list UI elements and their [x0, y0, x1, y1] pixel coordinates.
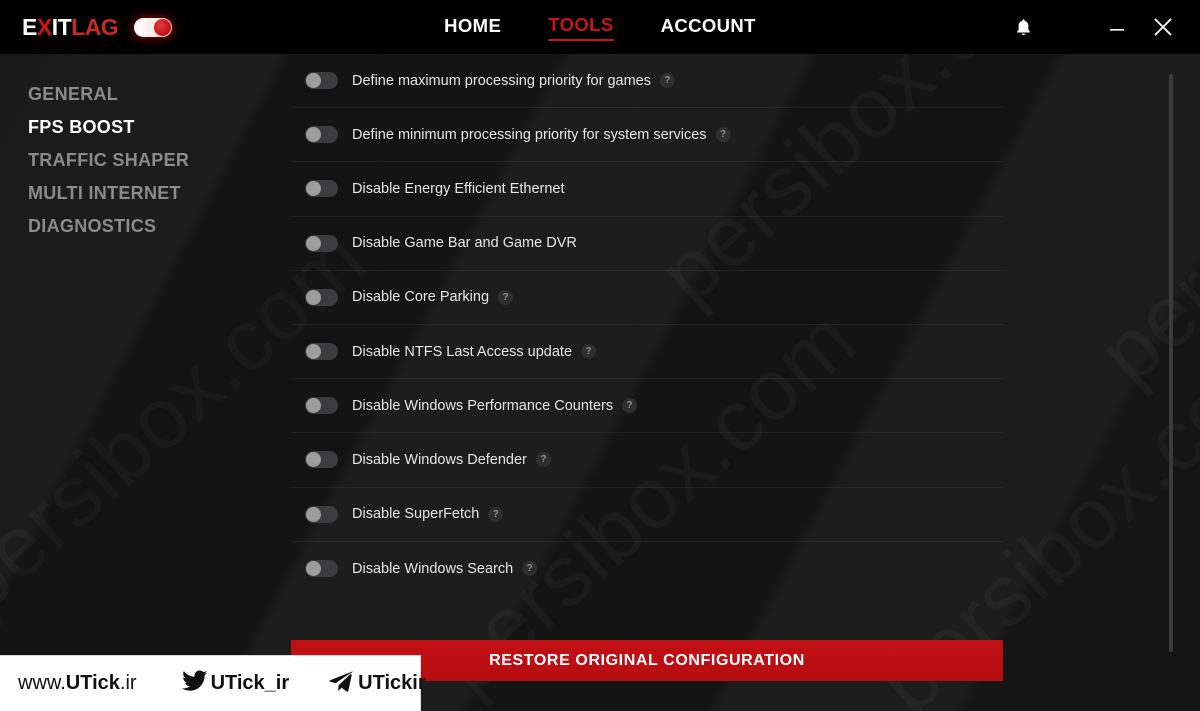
help-icon[interactable]: ? — [622, 398, 638, 414]
twitter-icon — [181, 670, 208, 698]
setting-label: Disable Windows Search — [352, 560, 514, 577]
toggle-knob — [306, 344, 321, 360]
exitlag-window: persibox.com persibox.com persibox.com p… — [0, 0, 1200, 711]
setting-row: Disable SuperFetch? — [291, 488, 1003, 542]
setting-label: Disable NTFS Last Access update — [352, 343, 573, 360]
bell-icon[interactable] — [1000, 0, 1046, 54]
setting-label: Disable Game Bar and Game DVR — [352, 235, 577, 252]
help-icon[interactable]: ? — [522, 561, 538, 577]
setting-label: Disable Windows Performance Counters — [352, 397, 614, 414]
watermark-text: persibox.com — [1080, 0, 1200, 404]
toggle-knob — [306, 452, 321, 468]
nav-item-home[interactable]: HOME — [444, 15, 501, 40]
vertical-scrollbar[interactable] — [1169, 74, 1173, 652]
setting-toggle[interactable] — [305, 234, 338, 252]
setting-label: Disable Core Parking — [352, 289, 490, 306]
setting-toggle[interactable] — [305, 397, 338, 415]
setting-label: Disable Energy Efficient Ethernet — [352, 180, 565, 197]
toggle-knob — [306, 181, 321, 197]
utick-site-prefix: www. — [18, 672, 66, 694]
sidebar: GENERAL FPS BOOST TRAFFIC SHAPER MULTI I… — [0, 54, 285, 711]
setting-label: Define maximum processing priority for g… — [352, 72, 651, 89]
setting-toggle[interactable] — [305, 343, 338, 361]
utick-telegram: UTickir — [329, 670, 426, 698]
toggle-knob — [306, 235, 321, 251]
window-controls — [1000, 0, 1200, 54]
sidebar-item-general[interactable]: GENERAL — [0, 77, 285, 110]
help-icon[interactable]: ? — [659, 73, 675, 89]
nav-item-tools[interactable]: TOOLS — [548, 14, 614, 41]
setting-toggle[interactable] — [305, 126, 338, 144]
setting-toggle[interactable] — [305, 288, 338, 306]
twitter-handle: UTick_ir — [210, 672, 290, 694]
toggle-knob — [306, 289, 321, 305]
utick-site-bold: UTick — [65, 672, 120, 694]
sidebar-item-fps-boost[interactable]: FPS BOOST — [0, 110, 285, 143]
sidebar-item-diagnostics[interactable]: DIAGNOSTICS — [0, 209, 285, 242]
setting-row: Disable NTFS Last Access update? — [291, 325, 1003, 380]
setting-toggle[interactable] — [305, 180, 338, 198]
help-icon[interactable]: ? — [581, 344, 597, 360]
toggle-knob — [306, 506, 321, 522]
utick-watermark-bar: www. UTick .ir UTick_ir UTickir — [0, 655, 426, 711]
toggle-knob — [306, 127, 321, 143]
setting-label: Define minimum processing priority for s… — [352, 126, 707, 143]
setting-row: Disable Windows Defender? — [291, 433, 1003, 488]
utick-site-suffix: .ir — [119, 672, 137, 694]
help-icon[interactable]: ? — [498, 289, 514, 305]
setting-toggle[interactable] — [305, 451, 338, 469]
telegram-icon — [329, 670, 354, 698]
sidebar-item-multi-internet[interactable]: MULTI INTERNET — [0, 176, 285, 209]
setting-toggle[interactable] — [305, 72, 338, 90]
help-icon[interactable]: ? — [715, 127, 731, 143]
setting-row: Disable Core Parking? — [291, 271, 1003, 325]
close-icon[interactable] — [1140, 0, 1186, 54]
fps-boost-settings-list: Define maximum processing priority for g… — [291, 54, 1003, 711]
utick-twitter: UTick_ir — [181, 670, 290, 698]
setting-row: Disable Windows Performance Counters? — [291, 379, 1003, 434]
setting-label: Disable Windows Defender — [352, 451, 527, 468]
telegram-handle: UTickir — [358, 672, 426, 694]
nav-item-account[interactable]: ACCOUNT — [661, 15, 756, 40]
toggle-knob — [306, 561, 321, 577]
setting-row: Disable Windows Search? — [291, 542, 1003, 596]
setting-row: Disable Game Bar and Game DVR — [291, 217, 1003, 271]
setting-label: Disable SuperFetch — [352, 506, 480, 523]
sidebar-item-traffic-shaper[interactable]: TRAFFIC SHAPER — [0, 143, 285, 176]
utick-website: www. UTick .ir — [18, 672, 137, 695]
title-bar: EXITLAG HOME TOOLS ACCOUNT — [0, 0, 1200, 54]
setting-row: Define minimum processing priority for s… — [291, 108, 1003, 163]
setting-row: Define maximum processing priority for g… — [291, 54, 1003, 109]
setting-row: Disable Energy Efficient Ethernet — [291, 162, 1003, 217]
setting-toggle[interactable] — [305, 505, 338, 523]
setting-toggle[interactable] — [305, 560, 338, 578]
minimize-icon[interactable] — [1094, 0, 1140, 54]
help-icon[interactable]: ? — [535, 452, 551, 468]
toggle-knob — [306, 73, 321, 89]
help-icon[interactable]: ? — [488, 506, 504, 522]
toggle-knob — [306, 398, 321, 414]
